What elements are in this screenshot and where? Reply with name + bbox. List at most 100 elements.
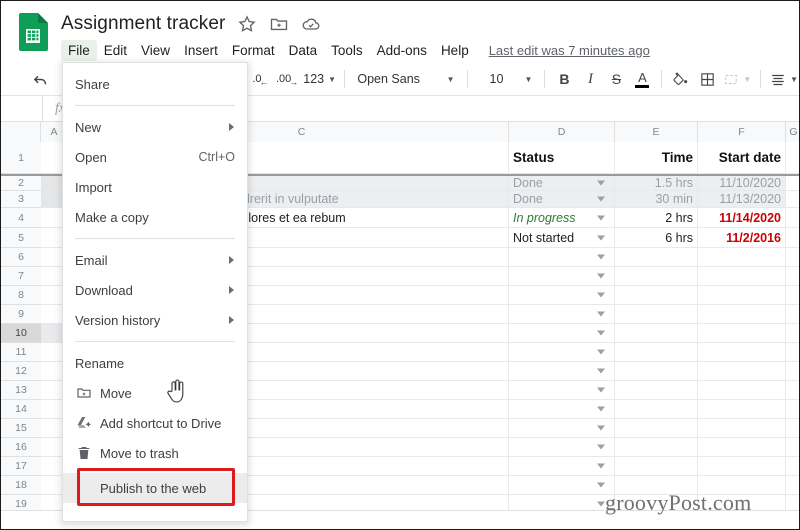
cell-g16[interactable]	[786, 438, 799, 456]
column-header-e[interactable]: E	[615, 122, 698, 142]
cell-f16[interactable]	[698, 438, 786, 456]
menu-item-add-shortcut-to-drive[interactable]: Add shortcut to Drive	[63, 408, 247, 438]
chevron-down-icon[interactable]	[597, 406, 605, 412]
cell-f6[interactable]	[698, 248, 786, 266]
cell-d14[interactable]	[509, 400, 615, 418]
row-header-3[interactable]: 3	[1, 191, 41, 208]
cell-e7[interactable]	[615, 267, 698, 285]
cell-e12[interactable]	[615, 362, 698, 380]
chevron-down-icon[interactable]	[597, 425, 605, 431]
cell-d9[interactable]	[509, 305, 615, 323]
cell-e13[interactable]	[615, 381, 698, 399]
menu-file[interactable]: File	[61, 39, 97, 61]
cell-f13[interactable]	[698, 381, 786, 399]
chevron-down-icon[interactable]	[597, 330, 605, 336]
chevron-down-icon[interactable]	[597, 463, 605, 469]
cell-g19[interactable]	[786, 495, 799, 510]
cell-f7[interactable]	[698, 267, 786, 285]
text-color-button[interactable]: A	[629, 66, 655, 92]
cell-f17[interactable]	[698, 457, 786, 475]
menu-item-move[interactable]: Move	[63, 378, 247, 408]
row-header-17[interactable]: 17	[1, 457, 41, 476]
menu-help[interactable]: Help	[434, 40, 476, 61]
last-edit-link[interactable]: Last edit was 7 minutes ago	[489, 43, 650, 58]
row-header-13[interactable]: 13	[1, 381, 41, 400]
cell-d8[interactable]	[509, 286, 615, 304]
cell-g11[interactable]	[786, 343, 799, 361]
select-all-corner[interactable]	[1, 122, 41, 142]
chevron-down-icon[interactable]	[597, 235, 605, 240]
menu-item-version-history[interactable]: Version history	[63, 305, 247, 335]
row-header-12[interactable]: 12	[1, 362, 41, 381]
cell-g1[interactable]	[786, 142, 799, 173]
merge-cells-icon[interactable]: ▼	[720, 66, 754, 92]
row-header-7[interactable]: 7	[1, 267, 41, 286]
menu-item-rename[interactable]: Rename	[63, 348, 247, 378]
cell-g6[interactable]	[786, 248, 799, 266]
cell-e16[interactable]	[615, 438, 698, 456]
menu-item-share[interactable]: Share	[63, 69, 247, 99]
menu-item-make-a-copy[interactable]: Make a copy	[63, 202, 247, 232]
page-title[interactable]: Assignment tracker	[61, 13, 225, 35]
cell-g8[interactable]	[786, 286, 799, 304]
menu-item-download[interactable]: Download	[63, 275, 247, 305]
cell-g4[interactable]	[786, 208, 799, 227]
row-header-16[interactable]: 16	[1, 438, 41, 457]
cell-f11[interactable]	[698, 343, 786, 361]
menu-item-import[interactable]: Import	[63, 172, 247, 202]
cell-d3[interactable]: Done	[509, 191, 615, 207]
menu-item-move-to-trash[interactable]: Move to trash	[63, 438, 247, 468]
cell-g15[interactable]	[786, 419, 799, 437]
menu-data[interactable]: Data	[282, 40, 325, 61]
cell-g2[interactable]	[786, 176, 799, 190]
cloud-saved-icon[interactable]	[301, 14, 321, 34]
chevron-down-icon[interactable]	[597, 273, 605, 279]
bold-button[interactable]: B	[551, 66, 577, 92]
chevron-down-icon[interactable]	[597, 501, 605, 507]
row-header-15[interactable]: 15	[1, 419, 41, 438]
cell-f2[interactable]: 11/10/2020	[698, 176, 786, 190]
move-to-folder-icon[interactable]	[269, 14, 289, 34]
cell-e6[interactable]	[615, 248, 698, 266]
name-box[interactable]	[1, 95, 43, 122]
cell-d17[interactable]	[509, 457, 615, 475]
cell-d16[interactable]	[509, 438, 615, 456]
column-header-g[interactable]: G	[786, 122, 799, 142]
cell-d11[interactable]	[509, 343, 615, 361]
column-header-d[interactable]: D	[509, 122, 615, 142]
menu-item-email[interactable]: Email	[63, 245, 247, 275]
menu-item-new[interactable]: New	[63, 112, 247, 142]
undo-button[interactable]	[28, 66, 54, 92]
increase-decimal-button[interactable]: .00 →	[273, 66, 300, 92]
row-header-6[interactable]: 6	[1, 248, 41, 267]
cell-f4[interactable]: 11/14/2020	[698, 208, 786, 227]
chevron-down-icon[interactable]	[597, 254, 605, 260]
row-header-14[interactable]: 14	[1, 400, 41, 419]
cell-f3[interactable]: 11/13/2020	[698, 191, 786, 207]
row-header-11[interactable]: 11	[1, 343, 41, 362]
cell-d13[interactable]	[509, 381, 615, 399]
cell-f12[interactable]	[698, 362, 786, 380]
cell-f10[interactable]	[698, 324, 786, 342]
chevron-down-icon[interactable]	[597, 444, 605, 450]
cell-e4[interactable]: 2 hrs	[615, 208, 698, 227]
row-header-10[interactable]: 10	[1, 324, 41, 343]
row-header-19[interactable]: 19	[1, 495, 41, 510]
cell-d5[interactable]: Not started	[509, 228, 615, 247]
chevron-down-icon[interactable]	[597, 292, 605, 298]
italic-button[interactable]: I	[577, 66, 603, 92]
row-header-4[interactable]: 4	[1, 208, 41, 228]
menu-insert[interactable]: Insert	[177, 40, 225, 61]
cell-d2[interactable]: Done	[509, 176, 615, 190]
cell-d6[interactable]	[509, 248, 615, 266]
chevron-down-icon[interactable]	[597, 349, 605, 355]
cell-e9[interactable]	[615, 305, 698, 323]
strikethrough-button[interactable]: S	[603, 66, 629, 92]
decrease-decimal-button[interactable]: .0 ←	[247, 66, 273, 92]
column-header-f[interactable]: F	[698, 122, 786, 142]
chevron-down-icon[interactable]	[597, 387, 605, 393]
chevron-down-icon[interactable]	[597, 311, 605, 317]
cell-d1[interactable]: Status	[509, 142, 615, 173]
cell-g9[interactable]	[786, 305, 799, 323]
cell-e11[interactable]	[615, 343, 698, 361]
